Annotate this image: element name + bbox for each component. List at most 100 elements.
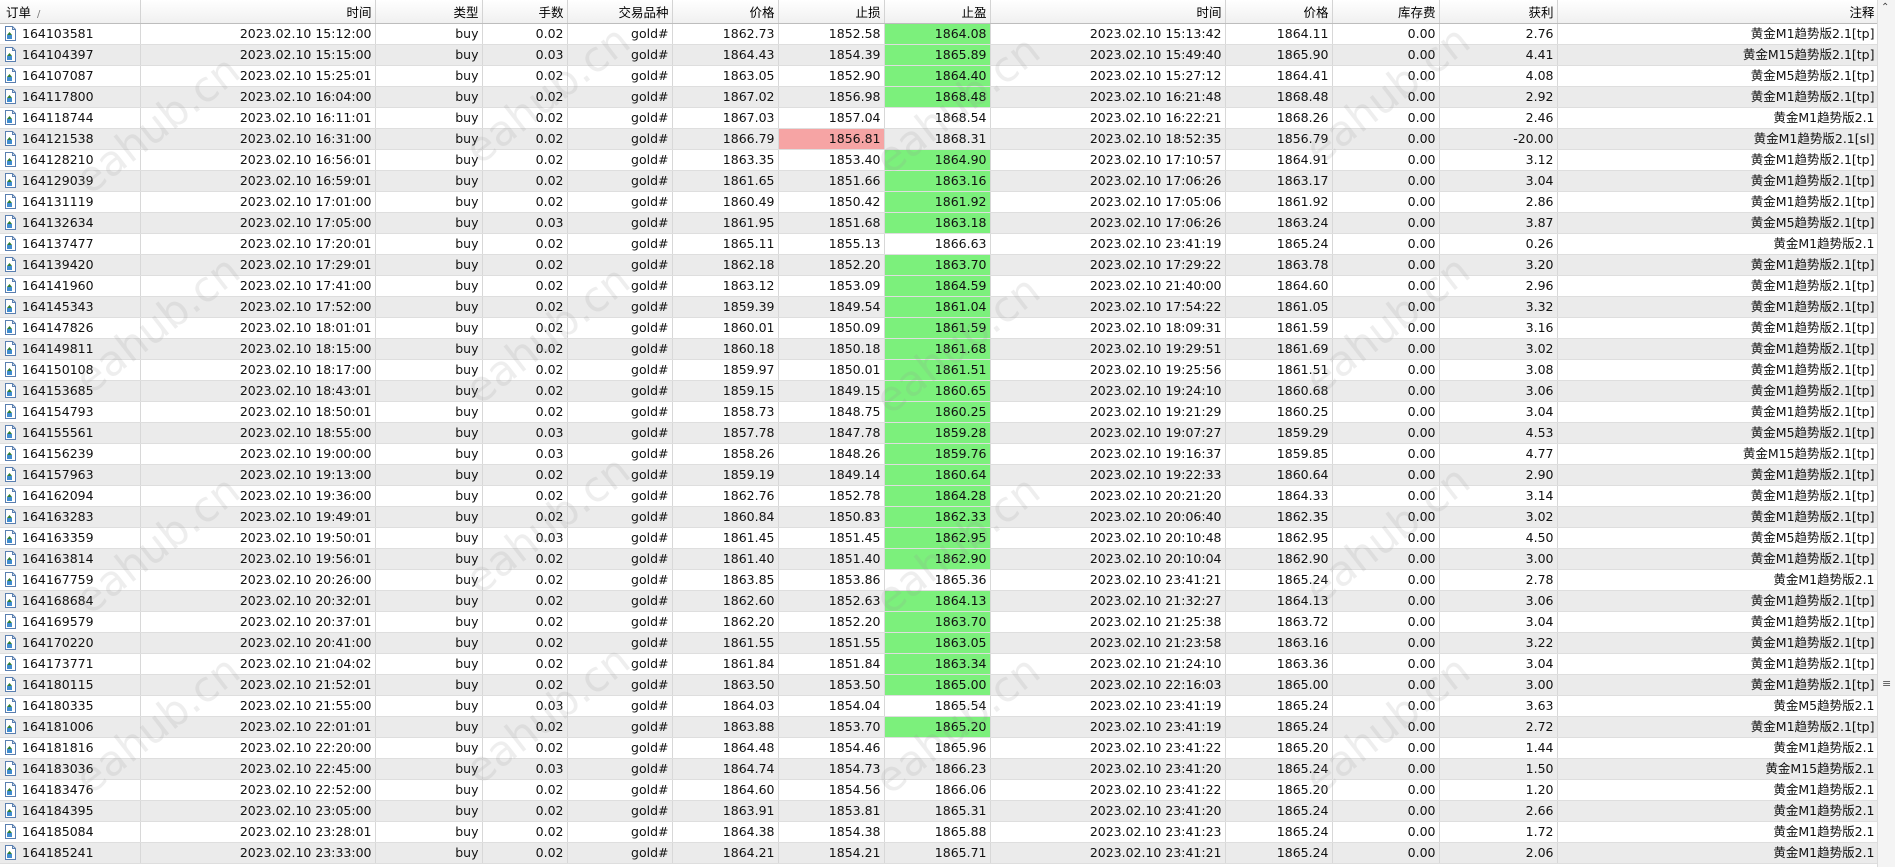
- header-profit[interactable]: 获利: [1439, 0, 1558, 24]
- cell-open-price: 1865.11: [672, 233, 779, 255]
- scroll-up-arrow-icon[interactable]: ⌃: [1881, 2, 1889, 13]
- table-row[interactable]: 164132634 2023.02.10 17:05:00 buy 0.03 gold#…: [0, 212, 1878, 234]
- table-row[interactable]: 164169579 2023.02.10 20:37:01 buy 0.02 gold#…: [0, 611, 1878, 633]
- header-open-time[interactable]: 时间: [140, 0, 376, 24]
- cell-take-profit: 1863.34: [884, 653, 991, 675]
- header-type[interactable]: 类型: [375, 0, 483, 24]
- cell-close-time: 2023.02.10 23:41:20: [990, 800, 1226, 822]
- cell-lots: 0.02: [482, 842, 568, 864]
- table-row[interactable]: 164181006 2023.02.10 22:01:01 buy 0.02 gold#…: [0, 716, 1878, 738]
- cell-order: 164154793: [0, 401, 141, 423]
- cell-stop-loss: 1856.98: [778, 86, 885, 108]
- cell-profit: 1.20: [1439, 779, 1558, 801]
- table-row[interactable]: 164168684 2023.02.10 20:32:01 buy 0.02 gold#…: [0, 590, 1878, 612]
- table-row[interactable]: 164107087 2023.02.10 15:25:01 buy 0.02 gold#…: [0, 65, 1878, 87]
- cell-type: buy: [375, 716, 483, 738]
- cell-close-price: 1864.91: [1225, 149, 1333, 171]
- cell-stop-loss: 1847.78: [778, 422, 885, 444]
- cell-open-time: 2023.02.10 18:55:00: [140, 422, 376, 444]
- cell-profit: 2.92: [1439, 86, 1558, 108]
- table-row[interactable]: 164173771 2023.02.10 21:04:02 buy 0.02 gold#…: [0, 653, 1878, 675]
- cell-order: 164183036: [0, 758, 141, 780]
- table-row[interactable]: 164163359 2023.02.10 19:50:01 buy 0.03 gold#…: [0, 527, 1878, 549]
- cell-symbol: gold#: [567, 632, 673, 654]
- header-stop-loss[interactable]: 止损: [778, 0, 885, 24]
- table-row[interactable]: 164117800 2023.02.10 16:04:00 buy 0.02 gold#…: [0, 86, 1878, 108]
- table-row[interactable]: 164167759 2023.02.10 20:26:00 buy 0.02 gold#…: [0, 569, 1878, 591]
- cell-open-time: 2023.02.10 22:45:00: [140, 758, 376, 780]
- cell-close-price: 1864.11: [1225, 23, 1333, 45]
- header-close-time[interactable]: 时间: [990, 0, 1226, 24]
- header-symbol[interactable]: 交易品种: [567, 0, 673, 24]
- table-row[interactable]: 164184395 2023.02.10 23:05:00 buy 0.02 gold#…: [0, 800, 1878, 822]
- cell-type: buy: [375, 23, 483, 45]
- cell-open-time: 2023.02.10 23:05:00: [140, 800, 376, 822]
- table-row[interactable]: 164145343 2023.02.10 17:52:00 buy 0.02 gold#…: [0, 296, 1878, 318]
- header-lots[interactable]: 手数: [482, 0, 568, 24]
- table-row[interactable]: 164118744 2023.02.10 16:11:01 buy 0.02 gold#…: [0, 107, 1878, 129]
- table-row[interactable]: 164131119 2023.02.10 17:01:00 buy 0.02 gold#…: [0, 191, 1878, 213]
- cell-take-profit: 1863.70: [884, 611, 991, 633]
- table-row[interactable]: 164180115 2023.02.10 21:52:01 buy 0.02 gold#…: [0, 674, 1878, 696]
- cell-close-time: 2023.02.10 23:41:22: [990, 779, 1226, 801]
- document-icon: [4, 173, 17, 188]
- cell-open-time: 2023.02.10 19:00:00: [140, 443, 376, 465]
- table-row[interactable]: 164156239 2023.02.10 19:00:00 buy 0.03 gold#…: [0, 443, 1878, 465]
- table-row[interactable]: 164129039 2023.02.10 16:59:01 buy 0.02 gold#…: [0, 170, 1878, 192]
- table-row[interactable]: 164163283 2023.02.10 19:49:01 buy 0.02 gold#…: [0, 506, 1878, 528]
- document-icon: [4, 614, 17, 629]
- cell-open-price: 1861.84: [672, 653, 779, 675]
- header-open-price[interactable]: 价格: [672, 0, 779, 24]
- table-row[interactable]: 164104397 2023.02.10 15:15:00 buy 0.03 gold#…: [0, 44, 1878, 66]
- cell-profit: 4.77: [1439, 443, 1558, 465]
- table-row[interactable]: 164185084 2023.02.10 23:28:01 buy 0.02 gold#…: [0, 821, 1878, 843]
- cell-take-profit: 1862.95: [884, 527, 991, 549]
- table-row[interactable]: 164154793 2023.02.10 18:50:01 buy 0.02 gold#…: [0, 401, 1878, 423]
- table-row[interactable]: 164139420 2023.02.10 17:29:01 buy 0.02 gold#…: [0, 254, 1878, 276]
- header-order[interactable]: 订单 /: [0, 0, 141, 24]
- cell-order: 164163359: [0, 527, 141, 549]
- cell-profit: 3.04: [1439, 611, 1558, 633]
- header-swap[interactable]: 库存费: [1332, 0, 1440, 24]
- cell-profit: 2.96: [1439, 275, 1558, 297]
- scroll-grip-icon[interactable]: ≡: [1882, 677, 1891, 690]
- cell-comment: 黄金M1趋势版2.1: [1557, 107, 1878, 129]
- table-row[interactable]: 164150108 2023.02.10 18:17:00 buy 0.02 gold#…: [0, 359, 1878, 381]
- header-comment[interactable]: 注释: [1557, 0, 1878, 24]
- cell-order: 164129039: [0, 170, 141, 192]
- table-row[interactable]: 164162094 2023.02.10 19:36:00 buy 0.02 gold#…: [0, 485, 1878, 507]
- table-row[interactable]: 164180335 2023.02.10 21:55:00 buy 0.03 gold#…: [0, 695, 1878, 717]
- cell-close-time: 2023.02.10 19:16:37: [990, 443, 1226, 465]
- table-row[interactable]: 164121538 2023.02.10 16:31:00 buy 0.02 gold#…: [0, 128, 1878, 150]
- header-take-profit[interactable]: 止盈: [884, 0, 991, 24]
- cell-symbol: gold#: [567, 359, 673, 381]
- cell-stop-loss: 1850.83: [778, 506, 885, 528]
- cell-stop-loss: 1854.46: [778, 737, 885, 759]
- table-row[interactable]: 164181816 2023.02.10 22:20:00 buy 0.02 gold#…: [0, 737, 1878, 759]
- table-row[interactable]: 164170220 2023.02.10 20:41:00 buy 0.02 gold#…: [0, 632, 1878, 654]
- table-row[interactable]: 164103581 2023.02.10 15:12:00 buy 0.02 gold#…: [0, 23, 1878, 45]
- cell-type: buy: [375, 632, 483, 654]
- vertical-scrollbar[interactable]: ⌃ ≡: [1877, 0, 1895, 867]
- table-row[interactable]: 164149811 2023.02.10 18:15:00 buy 0.02 gold#…: [0, 338, 1878, 360]
- table-row[interactable]: 164185241 2023.02.10 23:33:00 buy 0.02 gold#…: [0, 842, 1878, 864]
- table-row[interactable]: 164141960 2023.02.10 17:41:00 buy 0.02 gold#…: [0, 275, 1878, 297]
- order-number: 164184395: [22, 803, 94, 818]
- cell-take-profit: 1861.68: [884, 338, 991, 360]
- table-row[interactable]: 164137477 2023.02.10 17:20:01 buy 0.02 gold#…: [0, 233, 1878, 255]
- cell-profit: 3.87: [1439, 212, 1558, 234]
- table-row[interactable]: 164183476 2023.02.10 22:52:00 buy 0.02 gold#…: [0, 779, 1878, 801]
- header-close-price[interactable]: 价格: [1225, 0, 1333, 24]
- table-row[interactable]: 164155561 2023.02.10 18:55:00 buy 0.03 gold#…: [0, 422, 1878, 444]
- table-row[interactable]: 164147826 2023.02.10 18:01:01 buy 0.02 gold#…: [0, 317, 1878, 339]
- cell-close-price: 1863.78: [1225, 254, 1333, 276]
- table-row[interactable]: 164157963 2023.02.10 19:13:00 buy 0.02 gold#…: [0, 464, 1878, 486]
- cell-close-price: 1861.51: [1225, 359, 1333, 381]
- cell-swap: 0.00: [1332, 527, 1440, 549]
- document-icon: [4, 530, 17, 545]
- table-row[interactable]: 164128210 2023.02.10 16:56:01 buy 0.02 gold#…: [0, 149, 1878, 171]
- table-row[interactable]: 164163814 2023.02.10 19:56:01 buy 0.02 gold#…: [0, 548, 1878, 570]
- cell-order: 164118744: [0, 107, 141, 129]
- table-row[interactable]: 164183036 2023.02.10 22:45:00 buy 0.03 gold#…: [0, 758, 1878, 780]
- table-row[interactable]: 164153685 2023.02.10 18:43:01 buy 0.02 gold#…: [0, 380, 1878, 402]
